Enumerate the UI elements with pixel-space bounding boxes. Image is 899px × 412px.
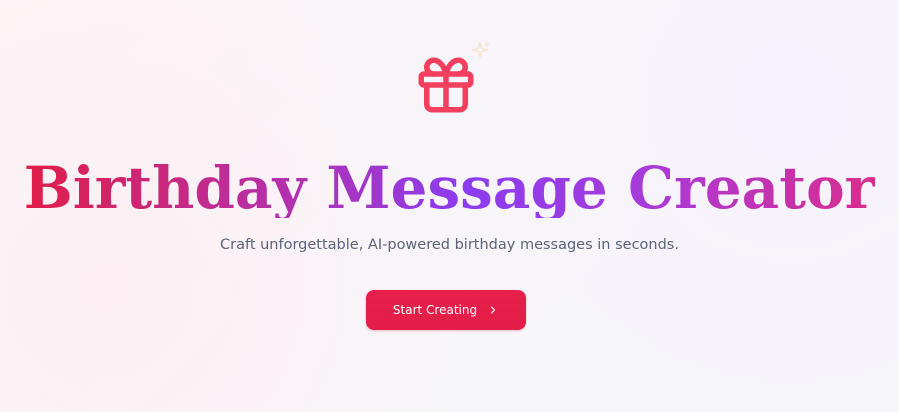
- sparkle-icon: [472, 42, 490, 58]
- page-title: Birthday Message Creator: [24, 145, 875, 218]
- chevron-right-icon: [490, 306, 496, 314]
- gift-icon-group: [413, 42, 490, 122]
- hero-section: Birthday Message Creator Craft unforgett…: [0, 0, 899, 412]
- page-subtitle: Craft unforgettable, AI-powered birthday…: [220, 237, 679, 253]
- start-creating-label: Start Creating: [392, 303, 478, 317]
- start-creating-button[interactable]: Start Creating: [366, 290, 526, 330]
- title-container: Birthday Message Creator: [20, 145, 879, 218]
